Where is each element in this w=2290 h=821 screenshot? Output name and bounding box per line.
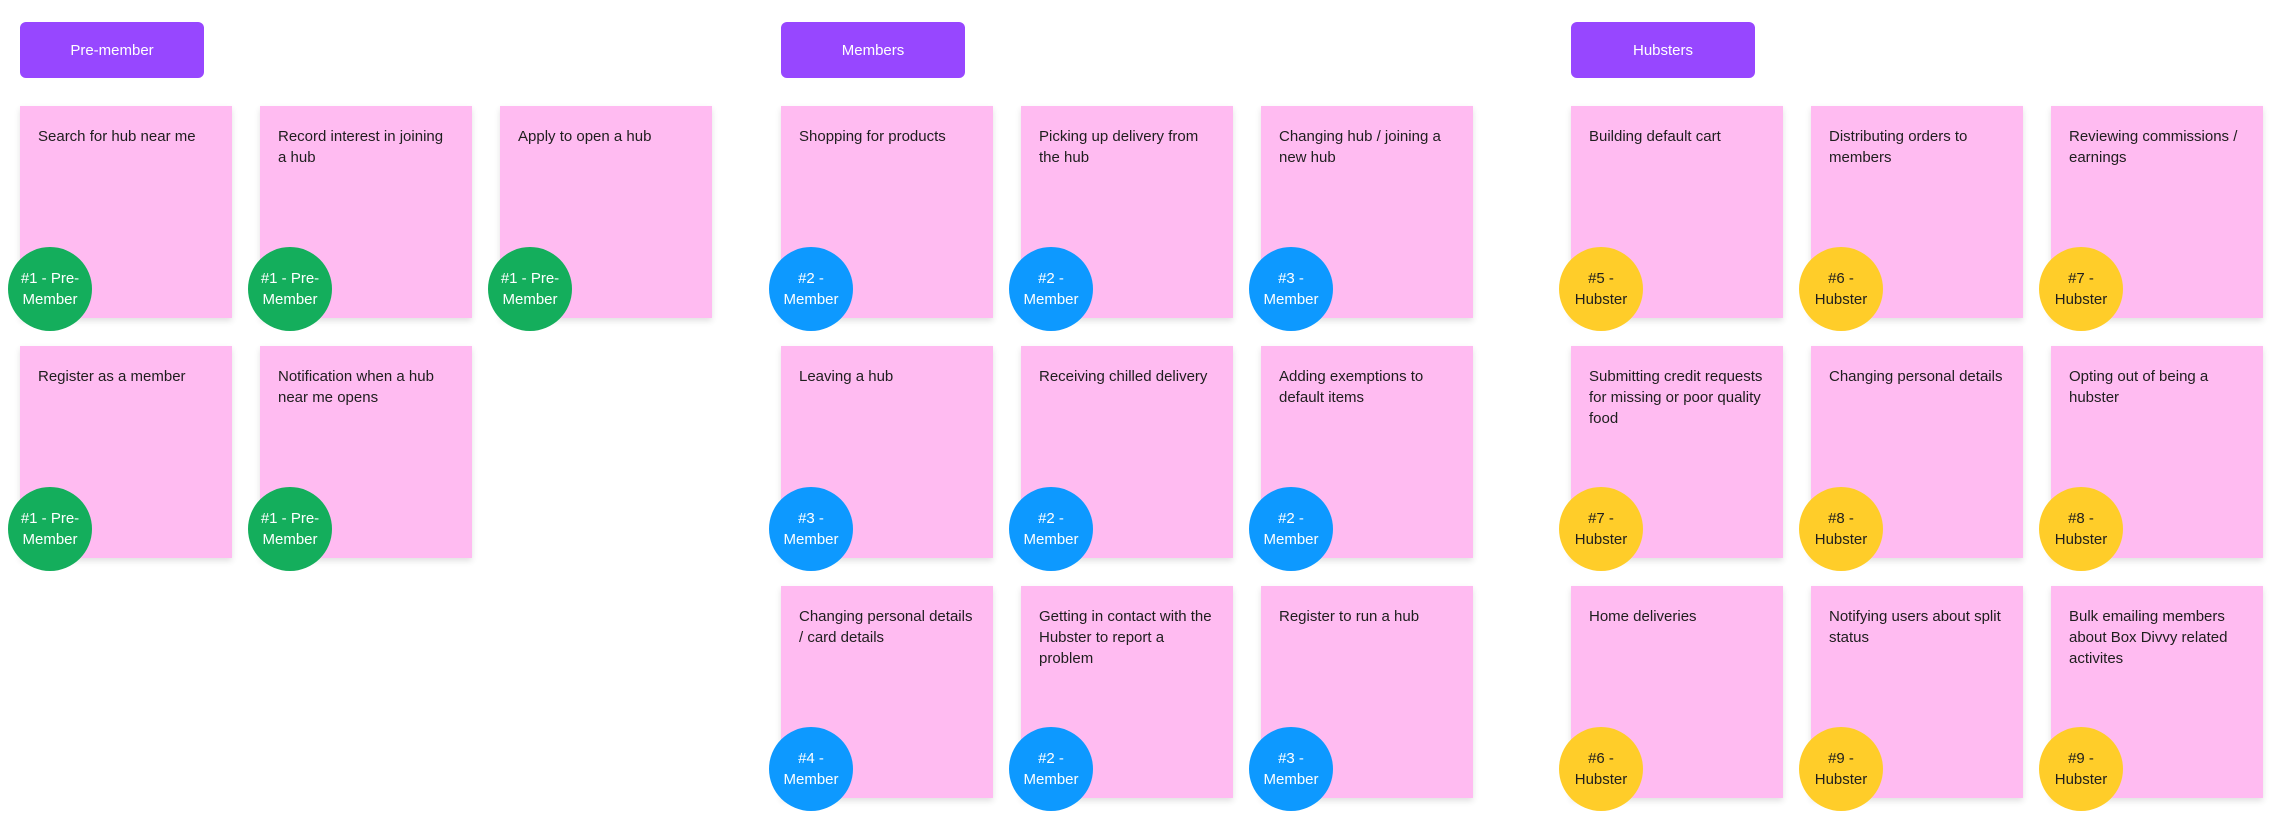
sticky-note-text: Apply to open a hub bbox=[518, 128, 652, 145]
sticky-note[interactable]: Register to run a hub #3 - Member bbox=[1249, 586, 1473, 811]
sticky-note[interactable]: Search for hub near me #1 - Pre-Member bbox=[8, 106, 232, 331]
priority-badge[interactable]: #2 - Member bbox=[1249, 487, 1333, 571]
priority-badge[interactable]: #8 - Hubster bbox=[1799, 487, 1883, 571]
priority-badge[interactable]: #9 - Hubster bbox=[2039, 727, 2123, 811]
sticky-note-text: Changing hub / joining a new hub bbox=[1279, 128, 1441, 166]
sticky-note-text: Submitting credit requests for missing o… bbox=[1589, 368, 1763, 427]
sticky-note[interactable]: Notifying users about split status #9 - H… bbox=[1799, 586, 2023, 811]
sticky-note[interactable]: Notification when a hub near me opens #1 … bbox=[248, 346, 472, 571]
sticky-note-text: Record interest in joining a hub bbox=[278, 128, 444, 166]
sticky-note-text: Receiving chilled delivery bbox=[1039, 368, 1208, 385]
sticky-note[interactable]: Reviewing commissions / earnings #7 - Hub… bbox=[2039, 106, 2263, 331]
sticky-note-text: Building default cart bbox=[1589, 128, 1721, 145]
sticky-note[interactable]: Opting out of being a hubster #8 - Hubste… bbox=[2039, 346, 2263, 571]
priority-badge[interactable]: #2 - Member bbox=[769, 247, 853, 331]
priority-badge[interactable]: #9 - Hubster bbox=[1799, 727, 1883, 811]
sticky-note[interactable]: Changing personal details / card details… bbox=[769, 586, 993, 811]
priority-badge[interactable]: #3 - Member bbox=[1249, 727, 1333, 811]
sticky-note[interactable]: Getting in contact with the Hubster to r… bbox=[1009, 586, 1233, 811]
priority-badge[interactable]: #3 - Member bbox=[1249, 247, 1333, 331]
priority-badge[interactable]: #3 - Member bbox=[769, 487, 853, 571]
sticky-note-text: Getting in contact with the Hubster to r… bbox=[1039, 608, 1212, 667]
priority-badge[interactable]: #6 - Hubster bbox=[1799, 247, 1883, 331]
priority-badge[interactable]: #1 - Pre-Member bbox=[248, 487, 332, 571]
sticky-note-text: Changing personal details / card details bbox=[799, 608, 973, 646]
priority-badge[interactable]: #4 - Member bbox=[769, 727, 853, 811]
sticky-note[interactable]: Submitting credit requests for missing o… bbox=[1559, 346, 1783, 571]
priority-badge[interactable]: #1 - Pre-Member bbox=[8, 247, 92, 331]
priority-badge[interactable]: #6 - Hubster bbox=[1559, 727, 1643, 811]
sticky-note[interactable]: Home deliveries #6 - Hubster bbox=[1559, 586, 1783, 811]
sticky-note-text: Picking up delivery from the hub bbox=[1039, 128, 1199, 166]
sticky-note-text: Bulk emailing members about Box Divvy re… bbox=[2069, 608, 2228, 667]
sticky-note[interactable]: Register as a member #1 - Pre-Member bbox=[8, 346, 232, 571]
section-header-hubsters[interactable]: Hubsters bbox=[1571, 22, 1755, 78]
sticky-note[interactable]: Apply to open a hub #1 - Pre-Member bbox=[488, 106, 712, 331]
sticky-note-text: Register as a member bbox=[38, 368, 186, 385]
sticky-note[interactable]: Picking up delivery from the hub #2 - Mem… bbox=[1009, 106, 1233, 331]
priority-badge[interactable]: #7 - Hubster bbox=[2039, 247, 2123, 331]
sticky-note[interactable]: Changing hub / joining a new hub #3 - Mem… bbox=[1249, 106, 1473, 331]
priority-badge[interactable]: #2 - Member bbox=[1009, 247, 1093, 331]
sticky-note[interactable]: Leaving a hub #3 - Member bbox=[769, 346, 993, 571]
priority-badge[interactable]: #8 - Hubster bbox=[2039, 487, 2123, 571]
sticky-note-text: Opting out of being a hubster bbox=[2069, 368, 2209, 406]
sticky-note[interactable]: Record interest in joining a hub #1 - Pre… bbox=[248, 106, 472, 331]
sticky-note-text: Search for hub near me bbox=[38, 128, 196, 145]
sticky-note-text: Reviewing commissions / earnings bbox=[2069, 128, 2238, 166]
sticky-note-text: Shopping for products bbox=[799, 128, 946, 145]
priority-badge[interactable]: #2 - Member bbox=[1009, 727, 1093, 811]
sticky-note[interactable]: Adding exemptions to default items #2 - M… bbox=[1249, 346, 1473, 571]
priority-badge[interactable]: #1 - Pre-Member bbox=[488, 247, 572, 331]
sticky-note-text: Adding exemptions to default items bbox=[1279, 368, 1424, 406]
sticky-note-text: Register to run a hub bbox=[1279, 608, 1420, 625]
priority-badge[interactable]: #1 - Pre-Member bbox=[248, 247, 332, 331]
sticky-note-text: Distributing orders to members bbox=[1829, 128, 1968, 166]
sticky-note[interactable]: Receiving chilled delivery #2 - Member bbox=[1009, 346, 1233, 571]
sticky-note-text: Leaving a hub bbox=[799, 368, 894, 385]
sticky-note[interactable]: Building default cart #5 - Hubster bbox=[1559, 106, 1783, 331]
sticky-note-text: Notification when a hub near me opens bbox=[278, 368, 434, 406]
sticky-note-text: Changing personal details bbox=[1829, 368, 2003, 385]
sticky-note-text: Notifying users about split status bbox=[1829, 608, 2001, 646]
sticky-note-text: Home deliveries bbox=[1589, 608, 1697, 625]
sticky-note[interactable]: Bulk emailing members about Box Divvy re… bbox=[2039, 586, 2263, 811]
sticky-note[interactable]: Distributing orders to members #6 - Hubst… bbox=[1799, 106, 2023, 331]
priority-badge[interactable]: #1 - Pre-Member bbox=[8, 487, 92, 571]
section-header-pre-member[interactable]: Pre-member bbox=[20, 22, 204, 78]
priority-badge[interactable]: #7 - Hubster bbox=[1559, 487, 1643, 571]
priority-badge[interactable]: #2 - Member bbox=[1009, 487, 1093, 571]
section-header-members[interactable]: Members bbox=[781, 22, 965, 78]
sticky-note[interactable]: Shopping for products #2 - Member bbox=[769, 106, 993, 331]
sticky-note[interactable]: Changing personal details #8 - Hubster bbox=[1799, 346, 2023, 571]
priority-badge[interactable]: #5 - Hubster bbox=[1559, 247, 1643, 331]
